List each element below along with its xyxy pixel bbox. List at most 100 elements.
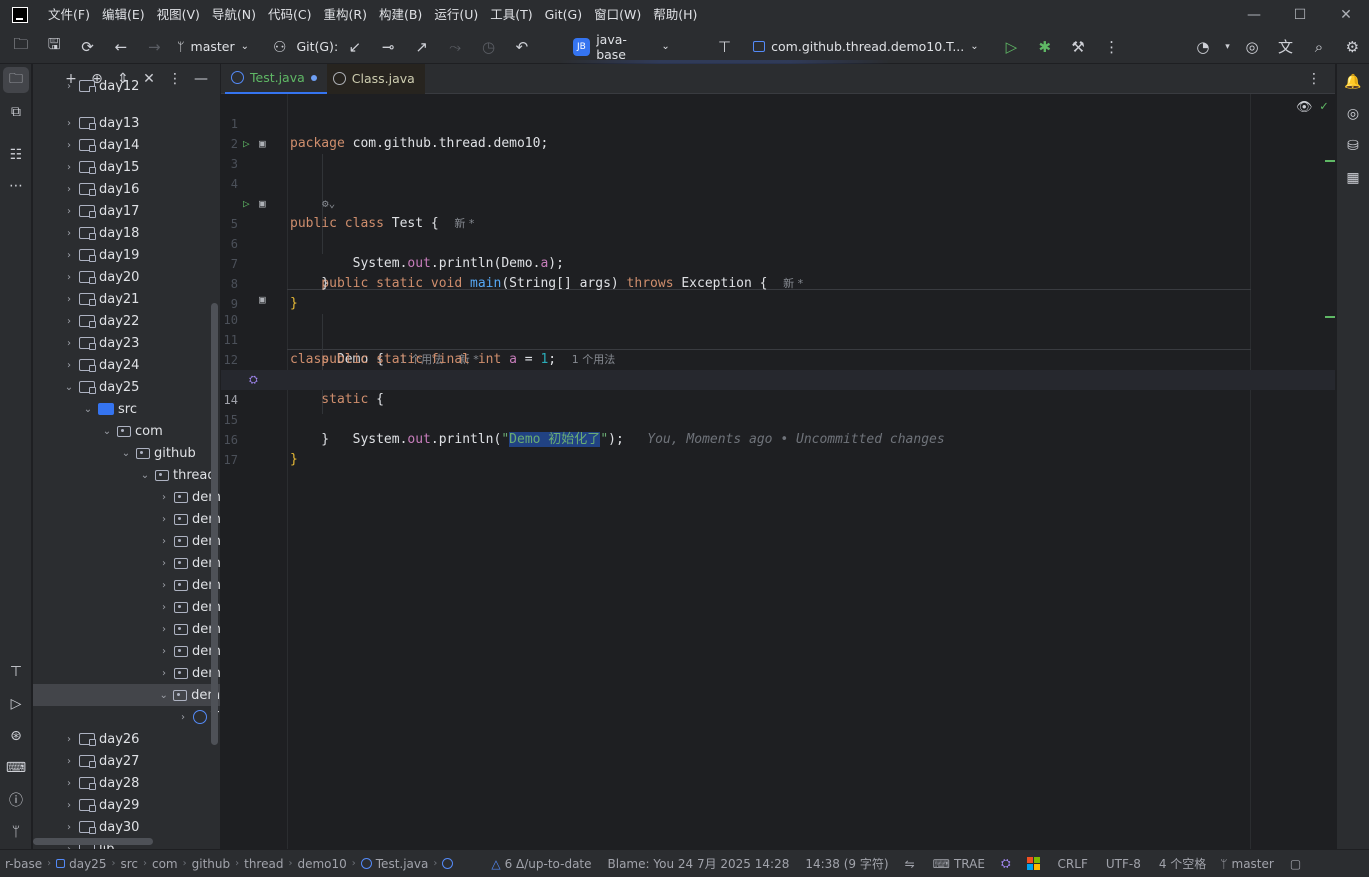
breadcrumb-com[interactable]: com (147, 857, 183, 871)
structure-icon[interactable]: ☷ (0, 139, 32, 171)
tree-demo-package[interactable]: › dem (33, 486, 220, 508)
forward-icon[interactable]: → (138, 30, 171, 64)
breadcrumb-class-icon[interactable] (437, 858, 458, 869)
database-icon[interactable]: ⛁ (1337, 130, 1369, 162)
chevron-down-icon[interactable]: ⌄ (61, 382, 77, 393)
chevron-right-icon[interactable]: › (61, 778, 77, 789)
chevron-right-icon[interactable]: › (61, 316, 77, 327)
line-separator[interactable]: CRLF (1053, 857, 1093, 871)
chevron-right-icon[interactable]: › (156, 646, 172, 657)
no-problems-check-icon[interactable]: ✓ (1320, 99, 1328, 114)
history-icon[interactable]: ◷ (472, 30, 505, 64)
run-panel-icon[interactable]: ▷ (0, 688, 32, 720)
translate-icon[interactable]: 文 (1269, 30, 1302, 64)
menu-edit[interactable]: 编辑(E) (96, 0, 151, 30)
lock-icon[interactable]: ▢ (1285, 857, 1306, 871)
tree-day12[interactable]: › day12 (33, 80, 139, 92)
tree-day13[interactable]: › day13 (33, 112, 139, 134)
chevron-down-icon[interactable]: ⌄ (80, 404, 96, 415)
chevron-right-icon[interactable]: › (156, 492, 172, 503)
chevron-right-icon[interactable]: › (61, 162, 77, 173)
vcs-status[interactable]: △ 6 Δ/up-to-date (486, 857, 596, 871)
breadcrumb-src[interactable]: src (115, 857, 143, 871)
tree-src[interactable]: ⌄ src (33, 398, 137, 420)
indent-setting[interactable]: 4 个空格 (1154, 855, 1211, 872)
reader-mode-eye-icon[interactable]: 👁 (1296, 100, 1313, 115)
chevron-right-icon[interactable]: › (61, 228, 77, 239)
run-gutter-icon[interactable]: ▷ (243, 194, 250, 214)
tree-day19[interactable]: › day19 (33, 244, 139, 266)
tree-demo-package[interactable]: › dem (33, 530, 220, 552)
breadcrumb-day25[interactable]: day25 (51, 857, 111, 871)
trae-icon[interactable]: ⊤ (0, 656, 32, 688)
chevron-right-icon[interactable]: › (61, 272, 77, 283)
file-encoding[interactable]: UTF-8 (1101, 857, 1146, 871)
tree-day30[interactable]: › day30 (33, 816, 139, 838)
menu-help[interactable]: 帮助(H) (647, 0, 703, 30)
bookmark-gutter-icon[interactable]: ▣ (259, 134, 266, 154)
sync-status-icon[interactable]: ⇋ (900, 857, 920, 871)
chevron-down-icon[interactable]: ⌄ (156, 690, 171, 701)
services-icon[interactable]: ⊛ (0, 720, 32, 752)
bookmark-gutter-icon[interactable]: ▣ (259, 290, 266, 310)
chevron-down-icon[interactable]: ⌄ (137, 470, 153, 481)
chevron-right-icon[interactable]: › (61, 360, 77, 371)
tree-day14[interactable]: › day14 (33, 134, 139, 156)
code-editor[interactable]: 1 package com.github.thread.demo10; 2 3 … (221, 94, 1335, 849)
bookmark-gutter-icon[interactable]: ▣ (259, 194, 266, 214)
breadcrumb-root[interactable]: r-base (0, 857, 47, 871)
settings-gear-icon[interactable]: ⚙ (1336, 30, 1369, 64)
ai-chat-icon[interactable]: ◎ (1337, 98, 1369, 130)
save-icon[interactable]: 🖫 (37, 30, 70, 64)
run-icon[interactable]: ▷ (995, 30, 1028, 64)
menu-navigate[interactable]: 导航(N) (206, 0, 262, 30)
git-update-icon[interactable]: ↙ (338, 30, 371, 64)
git-push-icon[interactable]: ↗ (405, 30, 438, 64)
hammer-t-icon[interactable]: ⊤ (708, 30, 741, 64)
rollback-icon[interactable]: ↶ (505, 30, 538, 64)
tree-demo-package[interactable]: › dem (33, 618, 220, 640)
project-selector[interactable]: JB java-base ⌄ (572, 32, 670, 62)
tree-demo-package[interactable]: › dem (33, 596, 220, 618)
menu-file[interactable]: 文件(F) (42, 0, 96, 30)
run-gutter-icon[interactable]: ▷ (243, 134, 250, 154)
close-icon[interactable]: ✕ (1323, 0, 1369, 30)
project-folder-icon[interactable]: 🗀 (3, 67, 29, 93)
change-marker[interactable] (1325, 316, 1335, 318)
chevron-right-icon[interactable]: › (61, 250, 77, 261)
tree-vertical-scrollbar[interactable] (211, 303, 218, 745)
trae-status[interactable]: ⌨ TRAE (928, 857, 990, 871)
tree-day17[interactable]: › day17 (33, 200, 139, 222)
plugin-panel-icon[interactable]: ▦ (1337, 162, 1369, 194)
chevron-right-icon[interactable]: › (156, 514, 172, 525)
chevron-right-icon[interactable]: › (61, 140, 77, 151)
chevron-down-icon[interactable]: ▾ (1220, 30, 1236, 64)
tree-thread[interactable]: ⌄ thread (33, 464, 216, 486)
tree-test-class[interactable]: ›T (33, 706, 219, 728)
hide-panel-icon[interactable]: — (190, 71, 212, 87)
menu-run[interactable]: 运行(U) (428, 0, 484, 30)
caret-position[interactable]: 14:38 (9 字符) (800, 855, 893, 872)
tree-demo-package[interactable]: ⌄ dem (33, 684, 220, 706)
git-icon[interactable]: ᛘ (0, 816, 32, 848)
tree-day20[interactable]: › day20 (33, 266, 139, 288)
notifications-bell-icon[interactable]: 🔔 (1337, 66, 1369, 98)
chevron-right-icon[interactable]: › (156, 558, 172, 569)
menu-window[interactable]: 窗口(W) (588, 0, 647, 30)
chevron-right-icon[interactable]: › (156, 580, 172, 591)
tree-day26[interactable]: › day26 (33, 728, 139, 750)
blame-status[interactable]: Blame: You 24 7月 2025 14:28 (603, 855, 795, 872)
tree-demo-package[interactable]: › dem (33, 552, 220, 574)
chevron-right-icon[interactable]: › (61, 734, 77, 745)
tree-day24[interactable]: › day24 (33, 354, 139, 376)
menu-tools[interactable]: 工具(T) (484, 0, 538, 30)
menu-view[interactable]: 视图(V) (151, 0, 206, 30)
git-merge-icon[interactable]: ⤳ (438, 30, 471, 64)
profiler-icon[interactable]: ◔ (1186, 30, 1219, 64)
tree-day18[interactable]: › day18 (33, 222, 139, 244)
chevron-right-icon[interactable]: › (61, 338, 77, 349)
trae-logo-icon[interactable]: ⛭ (996, 856, 1016, 871)
maximize-icon[interactable]: ☐ (1277, 0, 1323, 30)
tree-day25[interactable]: ⌄ day25 (33, 376, 140, 398)
debug-icon[interactable]: ✱ (1028, 30, 1061, 64)
